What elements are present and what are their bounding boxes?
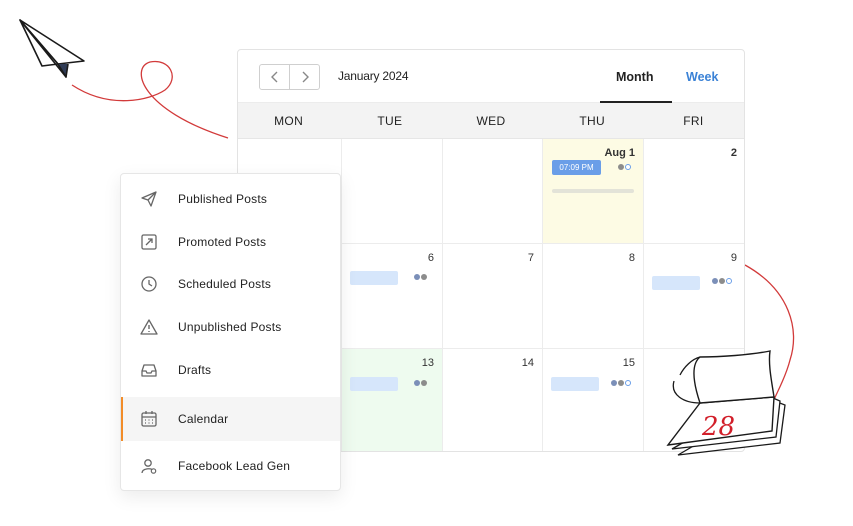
menu-item-label: Drafts bbox=[178, 363, 212, 377]
profile-icon bbox=[719, 278, 725, 284]
day-number: 9 bbox=[730, 252, 737, 264]
instagram-icon bbox=[625, 164, 631, 170]
day-cell[interactable] bbox=[443, 139, 543, 244]
calendar-icon bbox=[139, 409, 159, 429]
day-cell[interactable]: 15 bbox=[543, 349, 644, 451]
warning-icon bbox=[139, 317, 159, 337]
facebook-icon bbox=[414, 274, 420, 280]
profile-icon bbox=[618, 380, 624, 386]
menu-item-label: Scheduled Posts bbox=[178, 277, 272, 291]
day-number: Aug 1 bbox=[604, 147, 635, 159]
day-number: 14 bbox=[521, 357, 534, 369]
channel-icons bbox=[618, 164, 631, 170]
menu-item-facebook-lead-gen[interactable]: Facebook Lead Gen bbox=[121, 444, 340, 488]
day-cell-highlighted[interactable]: Aug 1 07:09 PM bbox=[543, 139, 644, 244]
menu-item-label: Unpublished Posts bbox=[178, 320, 282, 334]
weekday-header: MON TUE WED THU FRI bbox=[238, 103, 744, 139]
menu-item-published-posts[interactable]: Published Posts bbox=[121, 177, 340, 221]
menu-item-scheduled-posts[interactable]: Scheduled Posts bbox=[121, 262, 340, 306]
day-number: 6 bbox=[427, 252, 434, 264]
facebook-icon bbox=[712, 278, 718, 284]
paper-plane-icon bbox=[139, 189, 159, 209]
inbox-tray-icon bbox=[139, 360, 159, 380]
channel-icons bbox=[712, 278, 732, 284]
next-button[interactable] bbox=[289, 65, 319, 89]
tearoff-date-number: 28 bbox=[701, 412, 735, 442]
calendar-toolbar: January 2024 Month Week bbox=[238, 50, 744, 103]
menu-item-unpublished-posts[interactable]: Unpublished Posts bbox=[121, 305, 340, 349]
clock-icon bbox=[139, 274, 159, 294]
menu-item-promoted-posts[interactable]: Promoted Posts bbox=[121, 220, 340, 264]
day-cell[interactable]: 7 bbox=[443, 244, 543, 349]
day-number: 7 bbox=[527, 252, 534, 264]
instagram-icon bbox=[726, 278, 732, 284]
menu-item-label: Calendar bbox=[178, 412, 229, 426]
weekday-fri: FRI bbox=[683, 114, 704, 128]
post-preview-bar[interactable] bbox=[350, 271, 398, 285]
weekday-wed: WED bbox=[476, 114, 506, 128]
menu-item-label: Promoted Posts bbox=[178, 235, 267, 249]
weekday-thu: THU bbox=[579, 114, 605, 128]
post-preview-bar[interactable] bbox=[350, 377, 398, 391]
channel-icons bbox=[611, 380, 631, 386]
menu-item-calendar[interactable]: Calendar bbox=[121, 397, 340, 441]
chevron-left-icon bbox=[270, 71, 278, 83]
arrow-up-right-box-icon bbox=[139, 232, 159, 252]
month-label: January 2024 bbox=[338, 69, 409, 83]
menu-item-label: Published Posts bbox=[178, 192, 268, 206]
date-nav-group bbox=[259, 64, 320, 90]
chevron-right-icon bbox=[302, 71, 309, 83]
weekday-mon: MON bbox=[274, 114, 304, 128]
day-cell[interactable]: 6 bbox=[342, 244, 443, 349]
channel-icons bbox=[414, 274, 427, 280]
red-string-left bbox=[71, 60, 229, 139]
profile-icon bbox=[421, 274, 427, 280]
day-number: 15 bbox=[622, 357, 635, 369]
day-number: 13 bbox=[421, 357, 434, 369]
day-cell[interactable]: 8 bbox=[543, 244, 644, 349]
post-filter-menu: Published Posts Promoted Posts Scheduled… bbox=[120, 173, 341, 491]
paper-plane-illustration bbox=[19, 19, 85, 78]
prev-button[interactable] bbox=[260, 65, 289, 89]
tearoff-calendar-illustration: 28 bbox=[666, 350, 786, 456]
day-cell[interactable] bbox=[342, 139, 443, 244]
profile-icon bbox=[421, 380, 427, 386]
facebook-icon bbox=[611, 380, 617, 386]
post-placeholder-bar bbox=[552, 189, 634, 193]
day-number: 8 bbox=[628, 252, 635, 264]
day-number: 2 bbox=[730, 147, 737, 159]
day-cell-highlighted[interactable]: 13 bbox=[342, 349, 443, 451]
tab-month[interactable]: Month bbox=[616, 70, 653, 84]
day-cell[interactable]: 14 bbox=[443, 349, 543, 451]
scheduled-time-badge[interactable]: 07:09 PM bbox=[552, 160, 601, 175]
user-gear-icon bbox=[139, 456, 159, 476]
day-cell[interactable]: 9 bbox=[644, 244, 744, 349]
post-preview-bar[interactable] bbox=[551, 377, 599, 391]
weekday-tue: TUE bbox=[377, 114, 403, 128]
tab-week[interactable]: Week bbox=[686, 70, 718, 84]
day-cell[interactable]: 2 bbox=[644, 139, 744, 244]
menu-item-drafts[interactable]: Drafts bbox=[121, 348, 340, 392]
channel-icons bbox=[414, 380, 427, 386]
facebook-icon bbox=[414, 380, 420, 386]
profile-icon bbox=[618, 164, 624, 170]
post-preview-bar[interactable] bbox=[652, 276, 700, 290]
menu-item-label: Facebook Lead Gen bbox=[178, 459, 291, 473]
instagram-icon bbox=[625, 380, 631, 386]
